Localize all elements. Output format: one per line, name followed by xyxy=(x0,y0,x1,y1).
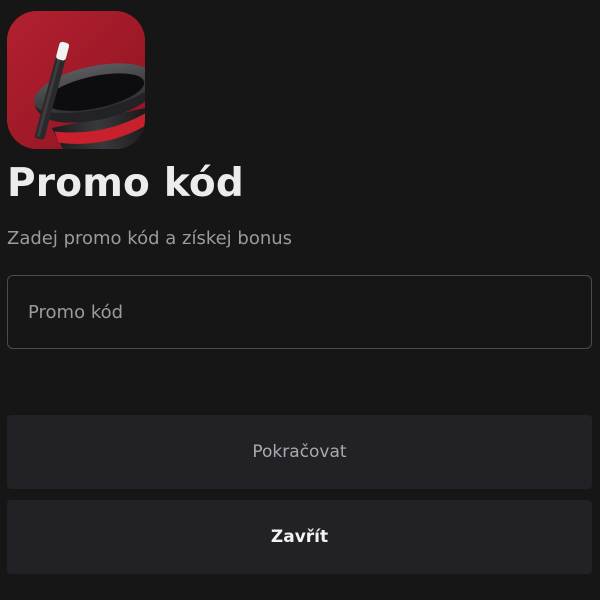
magic-hat-app-icon xyxy=(7,11,145,149)
page-subtitle: Zadej promo kód a získej bonus xyxy=(7,228,293,249)
promo-code-dialog: Promo kód Zadej promo kód a získej bonus… xyxy=(0,0,600,600)
promo-code-input[interactable] xyxy=(7,275,592,349)
magic-hat-wand-icon xyxy=(7,11,145,149)
page-title: Promo kód xyxy=(7,161,245,206)
close-button[interactable]: Zavřít xyxy=(7,500,592,574)
continue-button[interactable]: Pokračovat xyxy=(7,415,592,489)
